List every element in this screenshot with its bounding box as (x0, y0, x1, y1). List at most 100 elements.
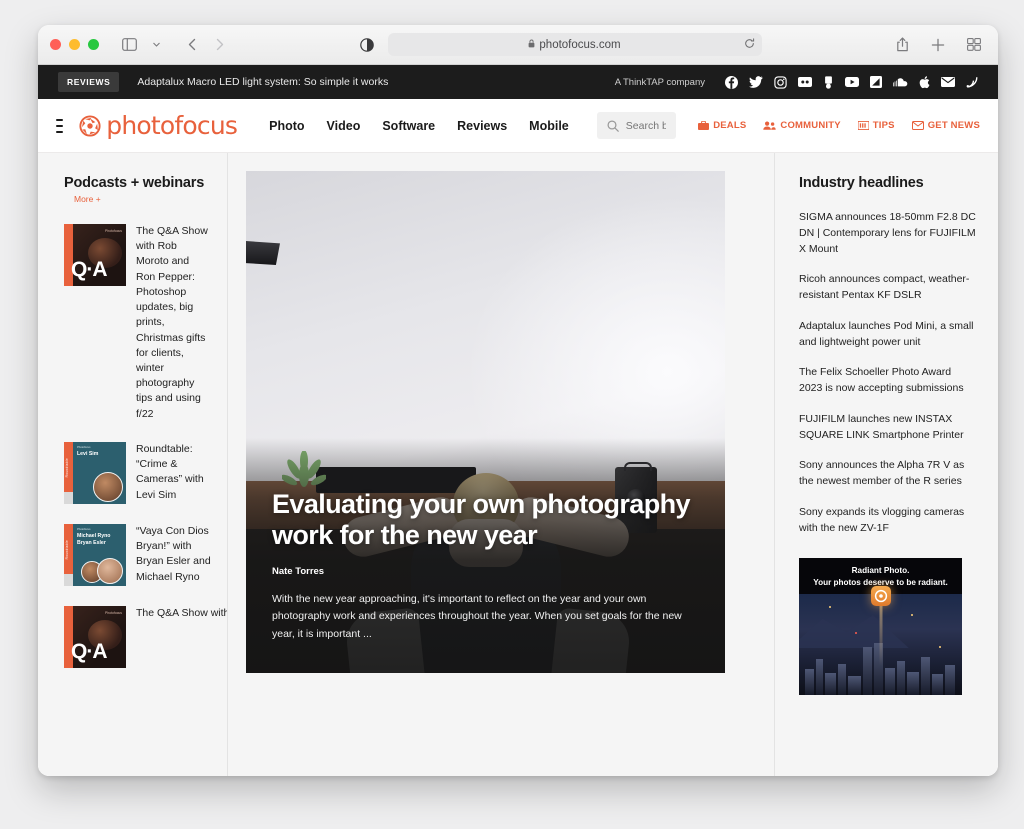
twitter-icon[interactable] (749, 76, 763, 88)
utility-nav: DEALS COMMUNITY TIPS (698, 120, 980, 131)
podcast-list: Photofocus Q·A The Q&A Show with Rob Mor… (64, 224, 211, 668)
back-button[interactable] (180, 34, 204, 56)
featured-article-title[interactable]: Evaluating your own photography work for… (272, 489, 699, 550)
address-bar[interactable]: photofocus.com (388, 33, 762, 56)
apple-icon[interactable] (919, 76, 930, 89)
promo-headline-link[interactable]: Adaptalux Macro LED light system: So sim… (137, 76, 388, 88)
podcasts-section-title: Podcasts + webinars (64, 175, 211, 191)
featured-article-author[interactable]: Nate Torres (272, 566, 699, 577)
ad-building (848, 676, 861, 695)
list-item[interactable]: Roundtable Photofocus Levi Sim Roundtabl… (64, 442, 211, 504)
podcast-thumbnail-ryno-esler: Roundtable Photofocus Michael Ryno Bryan… (64, 524, 126, 586)
list-item[interactable]: Photofocus Q·A The Q&A Show with Rob Mor… (64, 224, 211, 422)
soundcloud-icon[interactable] (893, 78, 908, 87)
list-item[interactable]: Sony expands its vlogging cameras with t… (799, 505, 976, 537)
thumb-kicker: Photofocus (77, 528, 90, 531)
ad-building (816, 659, 823, 695)
envelope-icon (912, 121, 924, 130)
thumb-side-label: Roundtable (65, 458, 69, 477)
reload-icon[interactable] (744, 38, 755, 52)
search-input[interactable] (626, 120, 666, 132)
utility-tips[interactable]: TIPS (858, 120, 895, 131)
radiant-photo-app-icon (871, 586, 891, 606)
nav-link-software[interactable]: Software (382, 119, 435, 133)
thumb-guest-name: Michael Ryno Bryan Esler (77, 533, 110, 547)
nav-link-photo[interactable]: Photo (269, 119, 304, 133)
featured-article-card[interactable]: Evaluating your own photography work for… (246, 171, 725, 673)
site-navigation: photofocus Photo Video Software Reviews … (38, 99, 998, 153)
podcast-title: “Vaya Con Dios Bryan!” with Bryan Esler … (136, 524, 211, 586)
minimize-window-button[interactable] (69, 39, 80, 50)
search-box[interactable] (597, 112, 676, 139)
podcast-thumbnail-qa: Photofocus Q·A (64, 606, 126, 668)
podcasts-sidebar: Podcasts + webinars More + Photofocus Q·… (38, 153, 228, 776)
featured-article-copy: Evaluating your own photography work for… (272, 489, 699, 643)
utility-tips-label: TIPS (873, 120, 895, 131)
window-traffic-lights (50, 39, 99, 50)
image-shelf (246, 241, 280, 265)
utility-deals[interactable]: DEALS (698, 120, 746, 131)
podcasts-more-link[interactable]: More + (74, 194, 211, 204)
utility-get-news-label: GET NEWS (928, 120, 980, 131)
instagram-icon[interactable] (774, 76, 787, 89)
nav-link-mobile[interactable]: Mobile (529, 119, 569, 133)
podcast-thumbnail-levi-sim: Roundtable Photofocus Levi Sim (64, 442, 126, 504)
forward-button[interactable] (207, 34, 231, 56)
ad-light (939, 646, 941, 648)
podcast-title: The Q&A Show with Rob Moroto and Ron Pep… (136, 606, 228, 668)
list-item[interactable]: Photofocus Q·A The Q&A Show with Rob Mor… (64, 606, 211, 668)
address-bar-url: photofocus.com (539, 39, 620, 51)
rss-icon[interactable] (966, 76, 978, 88)
thumb-portrait (93, 472, 123, 502)
youtube-icon[interactable] (845, 77, 859, 87)
ad-building (805, 669, 814, 695)
nav-link-video[interactable]: Video (327, 119, 361, 133)
hamburger-icon[interactable] (56, 119, 63, 133)
utility-community[interactable]: COMMUNITY (763, 120, 840, 131)
smugmug-icon[interactable] (870, 76, 882, 88)
new-tab-icon[interactable] (926, 34, 950, 56)
flickr-icon[interactable] (798, 77, 812, 87)
list-item[interactable]: SIGMA announces 18-50mm F2.8 DC DN | Con… (799, 210, 976, 257)
site-logo[interactable]: photofocus (79, 113, 237, 138)
tab-overview-icon[interactable] (962, 34, 986, 56)
headline-list: SIGMA announces 18-50mm F2.8 DC DN | Con… (799, 210, 976, 536)
promo-category-badge[interactable]: REVIEWS (58, 72, 119, 92)
utility-get-news[interactable]: GET NEWS (912, 120, 980, 131)
search-icon (607, 120, 619, 132)
email-icon[interactable] (941, 77, 955, 87)
list-item[interactable]: Ricoh announces compact, weather-resista… (799, 272, 976, 304)
ad-building (825, 673, 836, 695)
nav-link-reviews[interactable]: Reviews (457, 119, 507, 133)
sidebar-chevron-down-icon[interactable] (144, 34, 168, 56)
list-item[interactable]: Adaptalux launches Pod Mini, a small and… (799, 319, 976, 351)
slideshare-icon[interactable] (823, 76, 834, 89)
thumb-qa-label: Q·A (71, 640, 107, 664)
people-icon (763, 121, 776, 130)
list-item[interactable]: The Felix Schoeller Photo Award 2023 is … (799, 365, 976, 397)
page-content: Podcasts + webinars More + Photofocus Q·… (38, 153, 998, 776)
ad-tower-left (863, 647, 872, 695)
ad-line-1: Radiant Photo. (799, 565, 962, 577)
reader-contrast-icon[interactable] (360, 38, 374, 52)
thumb-qa-label: Q·A (71, 258, 107, 282)
podcast-thumbnail-qa: Photofocus Q·A (64, 224, 126, 286)
thumb-kicker: Photofocus (105, 229, 122, 233)
share-icon[interactable] (890, 34, 914, 56)
headlines-section-title: Industry headlines (799, 175, 976, 191)
thumb-guest-name: Levi Sim (77, 451, 98, 458)
list-item[interactable]: Roundtable Photofocus Michael Ryno Bryan… (64, 524, 211, 586)
ad-light (911, 614, 913, 616)
sidebar-toggle-icon[interactable] (117, 34, 141, 56)
ad-building (838, 664, 846, 695)
zoom-window-button[interactable] (88, 39, 99, 50)
list-item[interactable]: FUJIFILM launches new INSTAX SQUARE LINK… (799, 412, 976, 444)
thumb-side-label: Roundtable (65, 540, 69, 559)
facebook-icon[interactable] (725, 76, 738, 89)
lock-icon (528, 39, 535, 50)
list-item[interactable]: Sony announces the Alpha 7R V as the new… (799, 458, 976, 490)
close-window-button[interactable] (50, 39, 61, 50)
advertisement-banner[interactable]: Radiant Photo. Your photos deserve to be… (799, 558, 962, 695)
browser-window: photofocus.com (38, 25, 998, 776)
utility-deals-label: DEALS (713, 120, 746, 131)
